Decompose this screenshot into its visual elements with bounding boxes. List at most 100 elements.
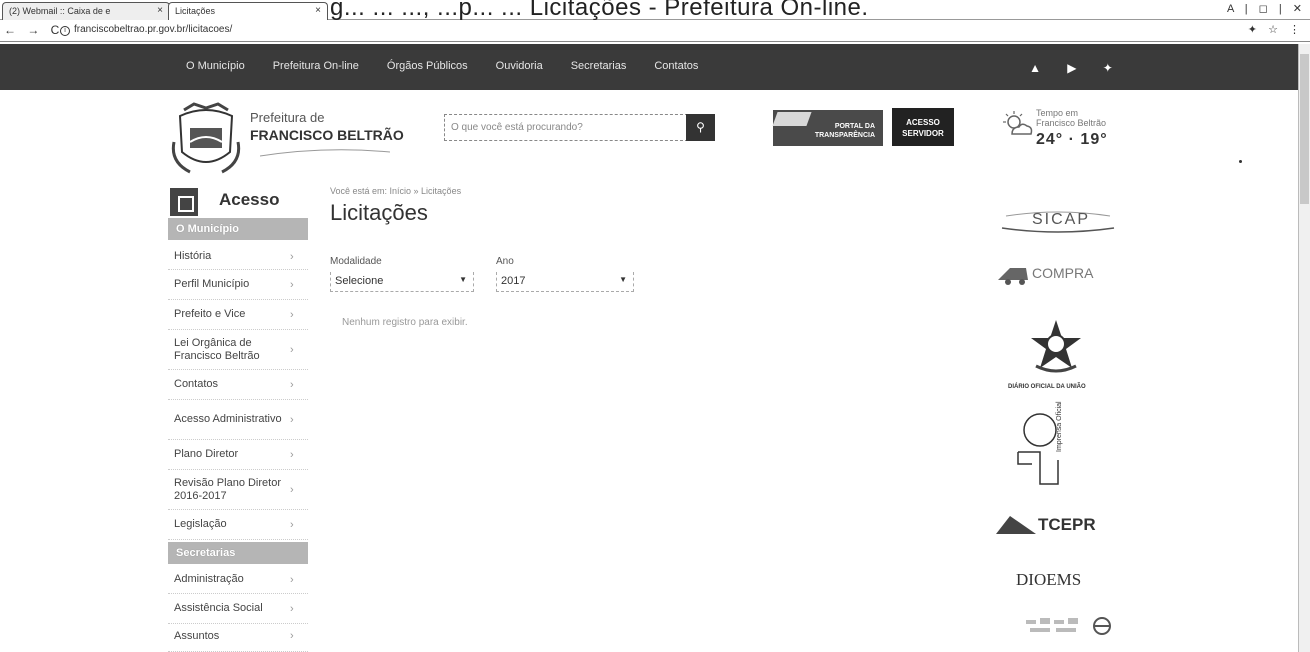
tcepr-text: TCEPR bbox=[1038, 515, 1096, 534]
sidebar-item-label: Perfil Município bbox=[174, 278, 250, 290]
compra-logo[interactable]: COMPRA bbox=[996, 260, 1120, 288]
partner-logo-art bbox=[1026, 617, 1111, 635]
page-title-overlay: g... ... ..., ...p... ... Licitações - P… bbox=[330, 0, 869, 21]
social-icon-1[interactable]: ▲ bbox=[1029, 61, 1041, 75]
nav-item-orgaos-publicos[interactable]: Órgãos Públicos bbox=[387, 60, 468, 72]
sidebar-item-plano-diretor[interactable]: Plano Diretor › bbox=[168, 440, 308, 470]
imprensa-text: Imprensa Oficial bbox=[1056, 401, 1063, 452]
imprensa-oficial-logo[interactable]: Imprensa Oficial bbox=[1012, 401, 1082, 492]
search-icon: ⚲ bbox=[696, 120, 705, 134]
portal-logo-icon bbox=[772, 112, 812, 126]
url-field[interactable]: i franciscobeltrao.pr.gov.br/licitacoes/ bbox=[60, 24, 232, 36]
sidebar-item-acesso-admin[interactable]: Acesso Administrativo › bbox=[168, 400, 308, 440]
nav-item-municipio[interactable]: O Município bbox=[186, 60, 245, 72]
modalidade-select[interactable]: Selecione ▼ bbox=[330, 272, 474, 292]
sidebar-item-label: Assuntos bbox=[174, 630, 220, 642]
close-icon[interactable]: × bbox=[157, 5, 163, 16]
tab-licitacoes[interactable]: Licitações × bbox=[168, 2, 328, 20]
weather-temperatures: 24° · 19° bbox=[1036, 131, 1108, 148]
tcepr-arrow-icon bbox=[996, 516, 1036, 534]
scrollbar-thumb[interactable] bbox=[1300, 54, 1309, 204]
logo-swoosh bbox=[260, 149, 390, 157]
sicap-text: SICAP bbox=[1032, 211, 1091, 228]
sidebar-item-administracao[interactable]: Administração › bbox=[168, 566, 308, 594]
sidebar-item-assistencia-social[interactable]: Assistência Social › bbox=[168, 594, 308, 624]
sidebar-item-revisao-plano[interactable]: Revisão Plano Diretor 2016-2017 › bbox=[168, 470, 308, 510]
chevron-right-icon: › bbox=[290, 343, 294, 356]
youtube-icon[interactable]: ▶ bbox=[1067, 61, 1076, 75]
window-controls[interactable]: A | ◻ | ✕ bbox=[1227, 2, 1306, 15]
chevron-right-icon: › bbox=[290, 518, 294, 531]
sidebar-section-municipio[interactable]: O Município bbox=[168, 218, 308, 240]
ano-selected: 2017 bbox=[501, 275, 526, 287]
sidebar-title: Acesso bbox=[219, 190, 280, 209]
chevron-right-icon: › bbox=[290, 250, 294, 263]
modalidade-label: Modalidade bbox=[330, 256, 382, 267]
sidebar-item-perfil[interactable]: Perfil Município › bbox=[168, 270, 308, 300]
chevron-down-icon: ▼ bbox=[459, 275, 467, 284]
chevron-right-icon: › bbox=[290, 448, 294, 461]
nav-item-prefeitura-online[interactable]: Prefeitura On-line bbox=[273, 60, 359, 72]
weather-line1: Tempo em bbox=[1036, 108, 1079, 118]
sidebar-item-label: Contatos bbox=[174, 378, 219, 390]
sidebar-item-historia[interactable]: História › bbox=[168, 244, 308, 270]
nav-buttons[interactable]: ← → C bbox=[4, 23, 63, 37]
ano-select[interactable]: 2017 ▼ bbox=[496, 272, 634, 292]
tab-webmail[interactable]: (2) Webmail :: Caixa de e × bbox=[2, 2, 170, 20]
sidebar-item-label: Acesso Administrativo bbox=[174, 413, 282, 425]
sidebar-item-legislacao[interactable]: Legislação › bbox=[168, 510, 308, 540]
search-button[interactable]: ⚲ bbox=[686, 114, 715, 141]
scrollbar[interactable] bbox=[1298, 44, 1310, 652]
sidebar-item-label: Lei Orgânica de Francisco Beltrão bbox=[174, 336, 260, 362]
acesso-servidor-button[interactable]: ACESSO SERVIDOR bbox=[892, 108, 954, 146]
tcepr-logo[interactable]: TCEPR bbox=[996, 512, 1120, 538]
sidebar-item-lei-organica[interactable]: Lei Orgânica de Francisco Beltrão › bbox=[168, 330, 308, 370]
chevron-right-icon: › bbox=[290, 630, 294, 642]
sidebar-item-label: Plano Diretor bbox=[174, 448, 239, 460]
dioems-logo[interactable]: DIOEMS bbox=[1016, 568, 1116, 594]
search-placeholder: O que você está procurando? bbox=[451, 122, 583, 133]
acesso-line1: ACESSO bbox=[906, 118, 940, 127]
sicap-logo[interactable]: SICAP bbox=[996, 206, 1120, 236]
chevron-down-icon: ▼ bbox=[619, 275, 627, 284]
sidebar-item-prefeito[interactable]: Prefeito e Vice › bbox=[168, 300, 308, 330]
sidebar-item-assuntos[interactable]: Assuntos › bbox=[168, 624, 308, 652]
close-icon[interactable]: × bbox=[315, 5, 321, 16]
menu-grid-icon bbox=[170, 188, 198, 216]
sidebar-item-label: História bbox=[174, 250, 212, 262]
sidebar-item-label: Administração bbox=[174, 573, 244, 585]
acesso-line2: SERVIDOR bbox=[902, 129, 944, 138]
sidebar-item-label: Assistência Social bbox=[174, 602, 263, 614]
chevron-right-icon: › bbox=[290, 573, 294, 586]
twitter-icon[interactable]: ✦ bbox=[1103, 61, 1113, 75]
sidebar-item-contatos[interactable]: Contatos › bbox=[168, 370, 308, 400]
sidebar-item-label: Legislação bbox=[174, 518, 227, 530]
dioems-text: DIOEMS bbox=[1016, 570, 1082, 589]
sidebar-section-secretarias[interactable]: Secretarias bbox=[168, 542, 308, 564]
chevron-right-icon: › bbox=[290, 602, 294, 615]
page-title: Licitações bbox=[330, 200, 428, 225]
address-bar: ← → C i franciscobeltrao.pr.gov.br/licita… bbox=[0, 20, 1310, 42]
diario-oficial-logo[interactable]: DIÁRIO OFICIAL DA UNIÃO bbox=[996, 316, 1120, 400]
portal-line1: PORTAL DA bbox=[834, 123, 875, 130]
nav-item-contatos[interactable]: Contatos bbox=[654, 60, 698, 72]
compra-logo-art bbox=[998, 268, 1028, 285]
ano-label: Ano bbox=[496, 256, 514, 267]
portal-transparencia-button[interactable]: PORTAL DA TRANSPARÊNCIA bbox=[772, 110, 883, 146]
logo-line2: FRANCISCO BELTRÃO bbox=[250, 127, 404, 143]
city-emblem-logo[interactable] bbox=[170, 102, 242, 180]
partner-logo[interactable] bbox=[1024, 614, 1116, 640]
bookmark-star-icon[interactable]: ✦ ☆ ⋮ bbox=[1248, 23, 1304, 36]
browser-tab-bar: (2) Webmail :: Caixa de e × Licitações ×… bbox=[0, 0, 1310, 21]
empty-results-text: Nenhum registro para exibir. bbox=[342, 317, 468, 328]
chevron-right-icon: › bbox=[290, 308, 294, 321]
brazil-coat-of-arms-icon bbox=[1031, 320, 1081, 373]
nav-item-ouvidoria[interactable]: Ouvidoria bbox=[496, 60, 543, 72]
nav-item-secretarias[interactable]: Secretarias bbox=[571, 60, 627, 72]
modalidade-selected: Selecione bbox=[335, 275, 384, 287]
breadcrumb: Você está em: Início » Licitações bbox=[330, 186, 462, 196]
chevron-right-icon: › bbox=[290, 278, 294, 291]
compra-text: COMPRA bbox=[1032, 265, 1094, 281]
search-input[interactable]: O que você está procurando? bbox=[444, 114, 688, 141]
weather-location: Tempo em Francisco Beltrão bbox=[1036, 108, 1106, 128]
